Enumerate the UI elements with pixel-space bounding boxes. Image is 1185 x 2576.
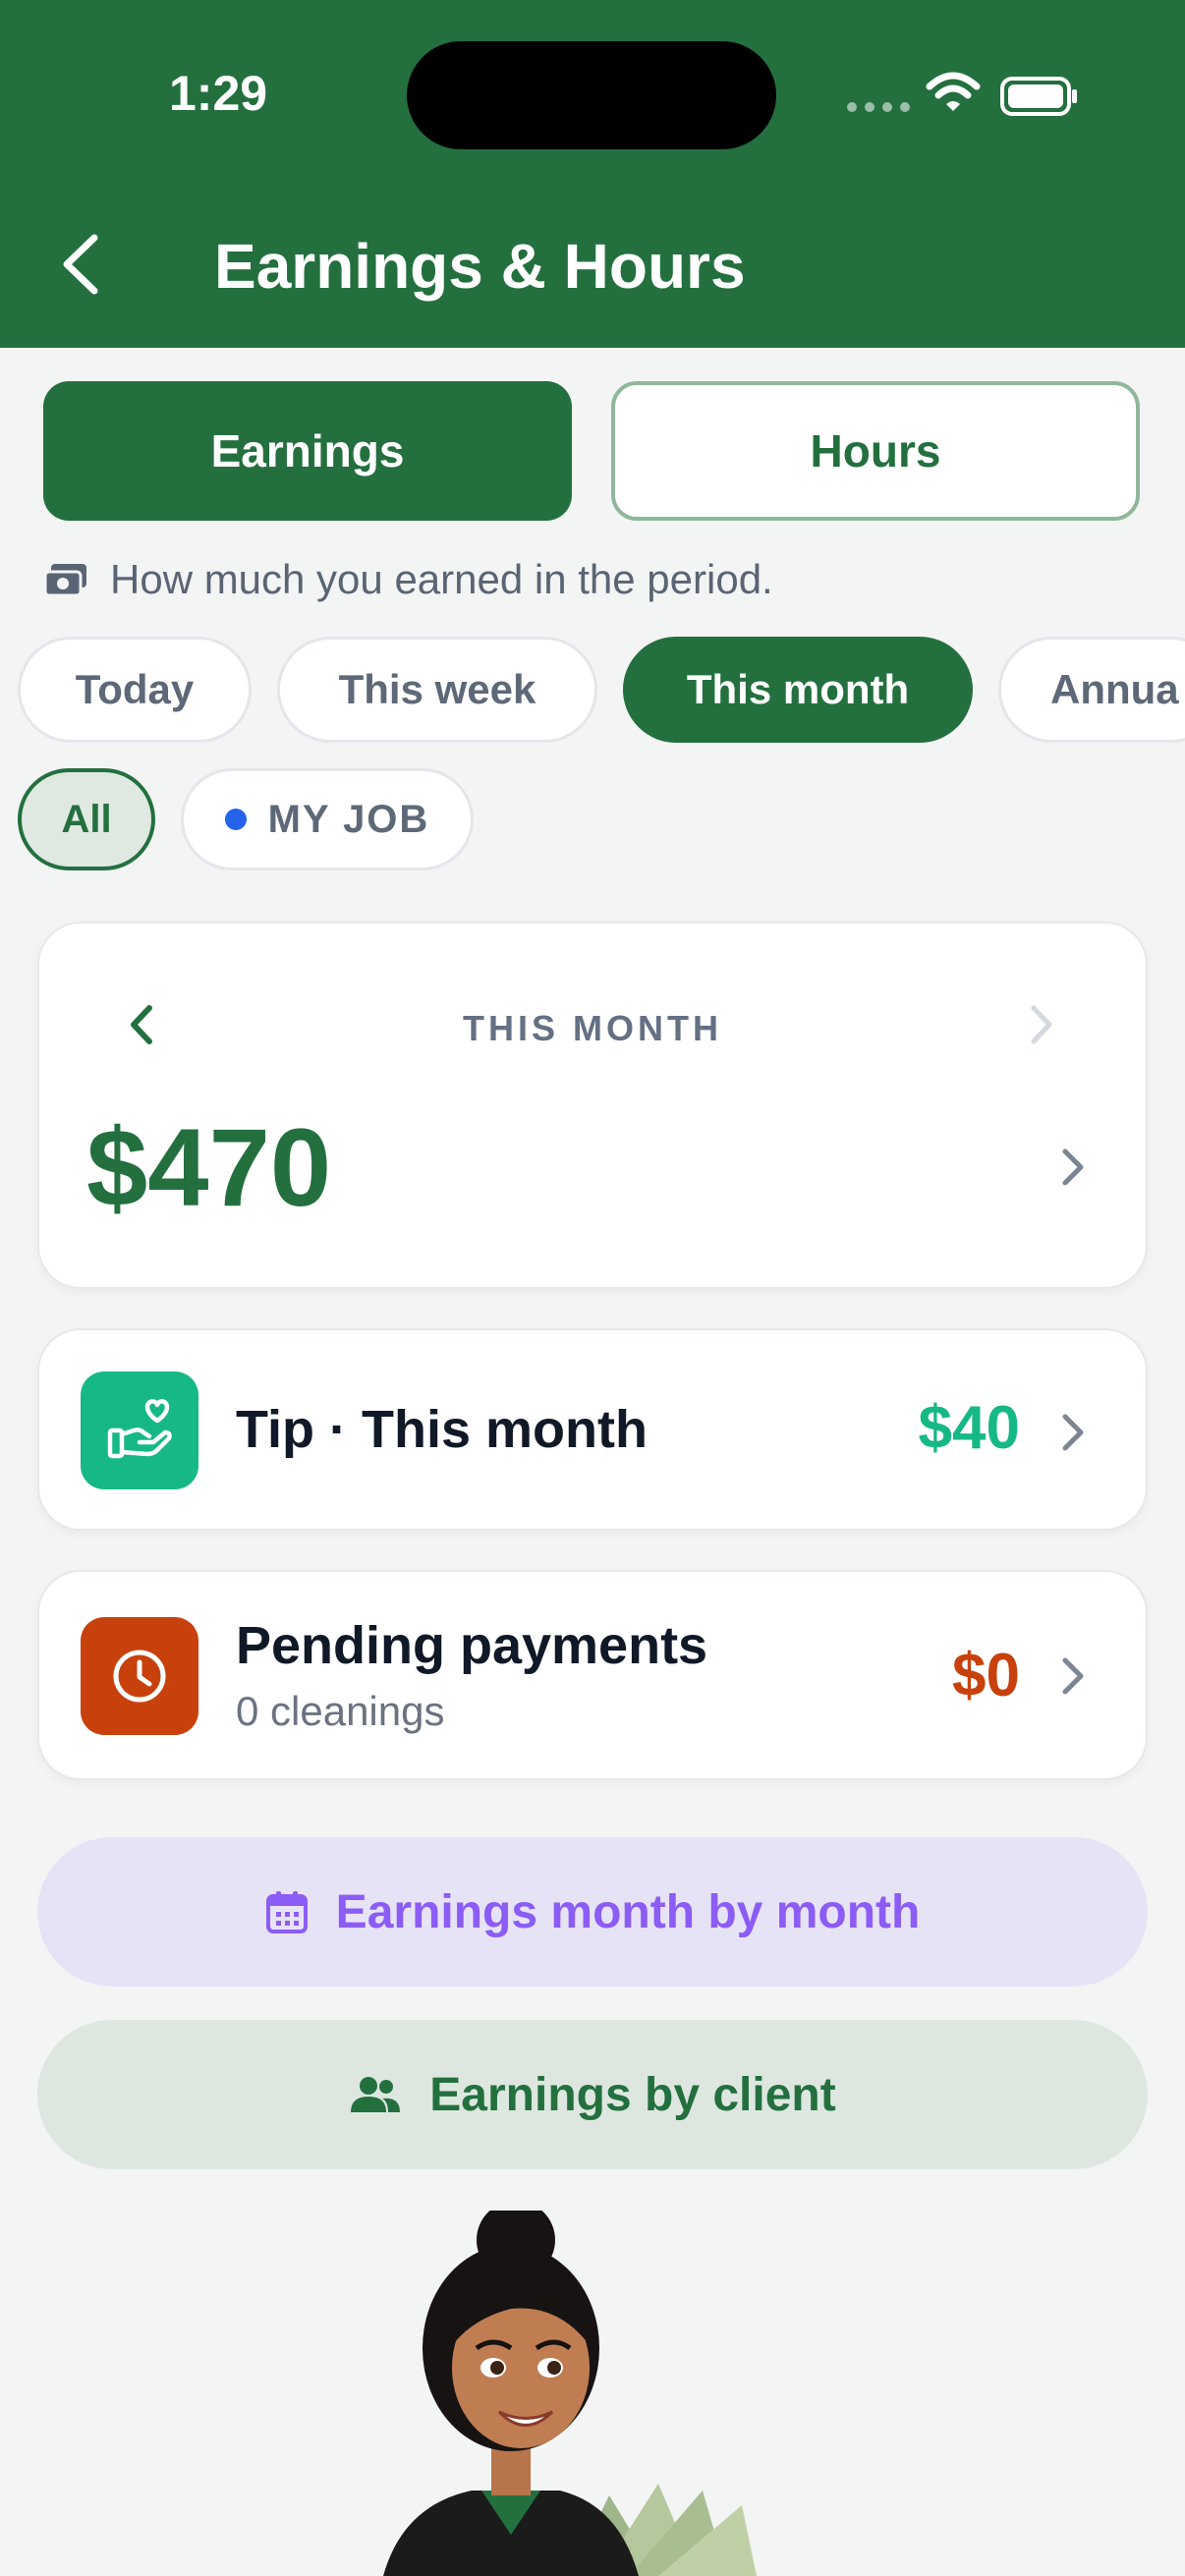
earnings-month-by-month-button[interactable]: Earnings month by month — [37, 1837, 1148, 1987]
page-title: Earnings & Hours — [214, 231, 746, 302]
back-chevron-icon[interactable] — [59, 232, 102, 297]
job-color-dot — [224, 809, 247, 830]
period-chip-this-month[interactable]: This month — [623, 637, 973, 743]
clock-icon — [81, 1617, 198, 1735]
money-icon — [43, 564, 86, 597]
next-month-icon — [1031, 1005, 1052, 1044]
period-hint: How much you earned in the period. — [43, 556, 773, 603]
period-hint-text: How much you earned in the period. — [110, 556, 773, 602]
period-chip-annual[interactable]: Annua — [998, 637, 1185, 743]
tip-card[interactable]: Tip · This month $40 — [37, 1328, 1148, 1531]
tip-title: Tip · This month — [236, 1400, 648, 1459]
cellular-signal-icon — [847, 102, 910, 112]
chevron-right-icon — [1062, 1414, 1084, 1451]
chevron-right-icon — [1062, 1148, 1084, 1186]
calendar-icon — [265, 1891, 308, 1933]
battery-icon — [1000, 77, 1077, 116]
tip-icon — [81, 1372, 198, 1489]
pending-payments-card[interactable]: Pending payments 0 cleanings $0 — [37, 1570, 1148, 1780]
month-total-amount: $470 — [86, 1106, 332, 1229]
pending-title: Pending payments — [236, 1616, 708, 1675]
earnings-tab[interactable]: Earnings — [43, 381, 572, 521]
filter-my-job[interactable]: MY JOB — [181, 768, 474, 870]
mascot-illustration — [383, 2211, 757, 2576]
period-chip-today[interactable]: Today — [18, 637, 252, 743]
dynamic-island — [407, 41, 776, 149]
users-icon — [351, 2077, 401, 2112]
pending-subtitle: 0 cleanings — [236, 1688, 445, 1734]
wifi-icon — [926, 72, 981, 111]
filter-my-job-label: MY JOB — [267, 797, 430, 841]
earnings-by-client-label: Earnings by client — [429, 2068, 836, 2121]
earnings-by-client-button[interactable]: Earnings by client — [37, 2020, 1148, 2169]
status-time: 1:29 — [169, 66, 268, 121]
month-total-card[interactable]: THIS MONTH $470 — [37, 922, 1148, 1289]
earnings-month-by-month-label: Earnings month by month — [335, 1885, 921, 1938]
hours-tab[interactable]: Hours — [611, 381, 1140, 521]
pending-amount: $0 — [952, 1642, 1020, 1709]
tip-amount: $40 — [918, 1394, 1020, 1462]
chevron-right-icon — [1062, 1657, 1084, 1695]
month-label: THIS MONTH — [463, 1008, 722, 1048]
period-chip-this-week[interactable]: This week — [277, 637, 597, 743]
app-header: 1:29 Earnings & Hours — [0, 0, 1185, 348]
filter-all[interactable]: All — [18, 768, 155, 870]
